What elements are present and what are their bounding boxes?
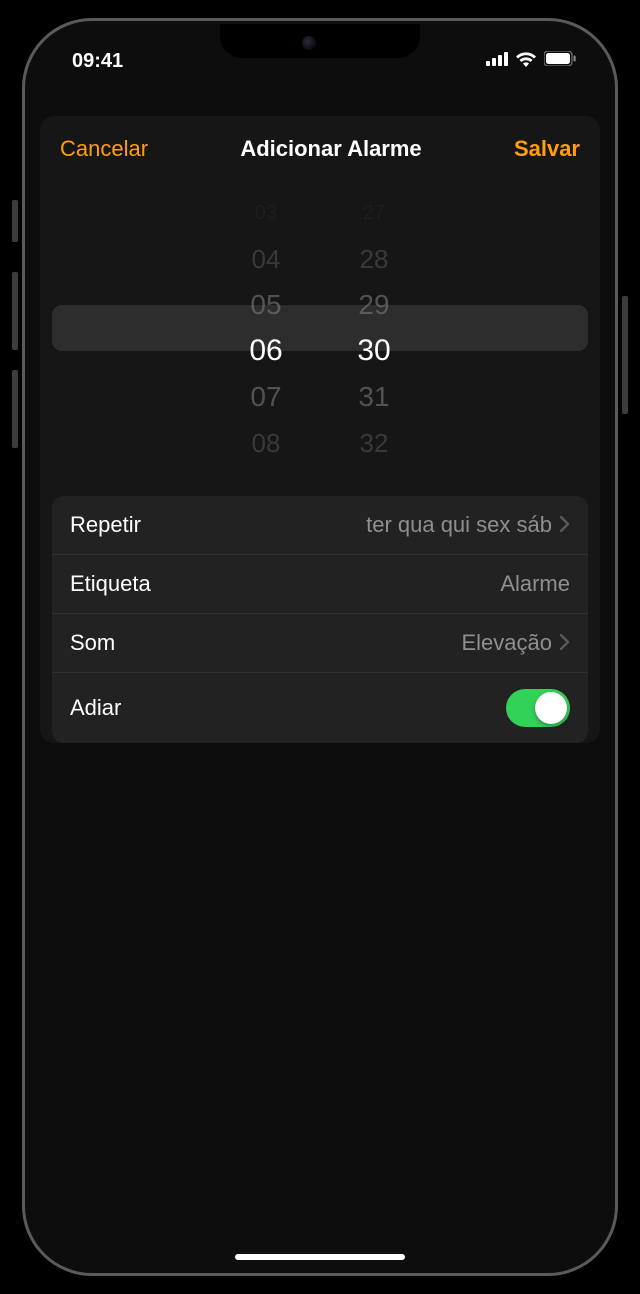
- minute-option[interactable]: 31: [350, 381, 398, 413]
- snooze-toggle[interactable]: [506, 689, 570, 727]
- chevron-right-icon: [560, 512, 570, 538]
- hour-option[interactable]: 08: [242, 428, 290, 459]
- alarm-settings-list: Repetir ter qua qui sex sáb Etiqueta Ala…: [52, 496, 588, 743]
- repeat-row[interactable]: Repetir ter qua qui sex sáb: [52, 496, 588, 555]
- sound-row[interactable]: Som Elevação: [52, 614, 588, 673]
- cancel-button[interactable]: Cancelar: [60, 136, 148, 162]
- power-button: [622, 296, 628, 414]
- hour-selected[interactable]: 06: [242, 334, 290, 368]
- status-time: 09:41: [72, 50, 123, 73]
- status-icons: [486, 51, 576, 72]
- minute-option[interactable]: 28: [350, 244, 398, 275]
- label-row[interactable]: Etiqueta Alarme: [52, 555, 588, 614]
- label-label: Etiqueta: [70, 571, 151, 597]
- add-alarm-modal: Cancelar Adicionar Alarme Salvar 03 27 04…: [40, 116, 600, 743]
- time-picker[interactable]: 0327 0428 0529 0630 0731 0832 0933: [40, 188, 600, 468]
- hour-option[interactable]: 03: [242, 202, 290, 225]
- toggle-knob: [535, 692, 567, 724]
- mute-switch: [12, 200, 18, 242]
- snooze-row: Adiar: [52, 673, 588, 743]
- volume-down-button: [12, 370, 18, 448]
- wifi-icon: [515, 51, 537, 72]
- notch: [220, 24, 420, 58]
- cellular-signal-icon: [486, 52, 508, 71]
- save-button[interactable]: Salvar: [514, 136, 580, 162]
- hour-option[interactable]: 07: [242, 381, 290, 413]
- battery-icon: [544, 51, 576, 71]
- sound-value: Elevação: [461, 630, 552, 656]
- volume-up-button: [12, 272, 18, 350]
- front-camera: [302, 36, 316, 50]
- minute-selected[interactable]: 30: [350, 334, 398, 368]
- home-indicator[interactable]: [235, 1254, 405, 1260]
- hour-option[interactable]: 04: [242, 244, 290, 275]
- minute-option[interactable]: 32: [350, 428, 398, 459]
- repeat-value: ter qua qui sex sáb: [366, 512, 552, 538]
- snooze-label: Adiar: [70, 695, 121, 721]
- label-value: Alarme: [500, 571, 570, 597]
- modal-title: Adicionar Alarme: [240, 136, 421, 162]
- modal-header: Cancelar Adicionar Alarme Salvar: [40, 116, 600, 170]
- minute-option[interactable]: 29: [350, 289, 398, 321]
- device-frame: 09:41 Cancelar Adicionar Alarme Salvar: [22, 18, 618, 1276]
- repeat-label: Repetir: [70, 512, 141, 538]
- sound-label: Som: [70, 630, 115, 656]
- chevron-right-icon: [560, 630, 570, 656]
- hour-option[interactable]: 05: [242, 289, 290, 321]
- screen: 09:41 Cancelar Adicionar Alarme Salvar: [28, 24, 612, 1270]
- minute-option[interactable]: 27: [350, 202, 398, 225]
